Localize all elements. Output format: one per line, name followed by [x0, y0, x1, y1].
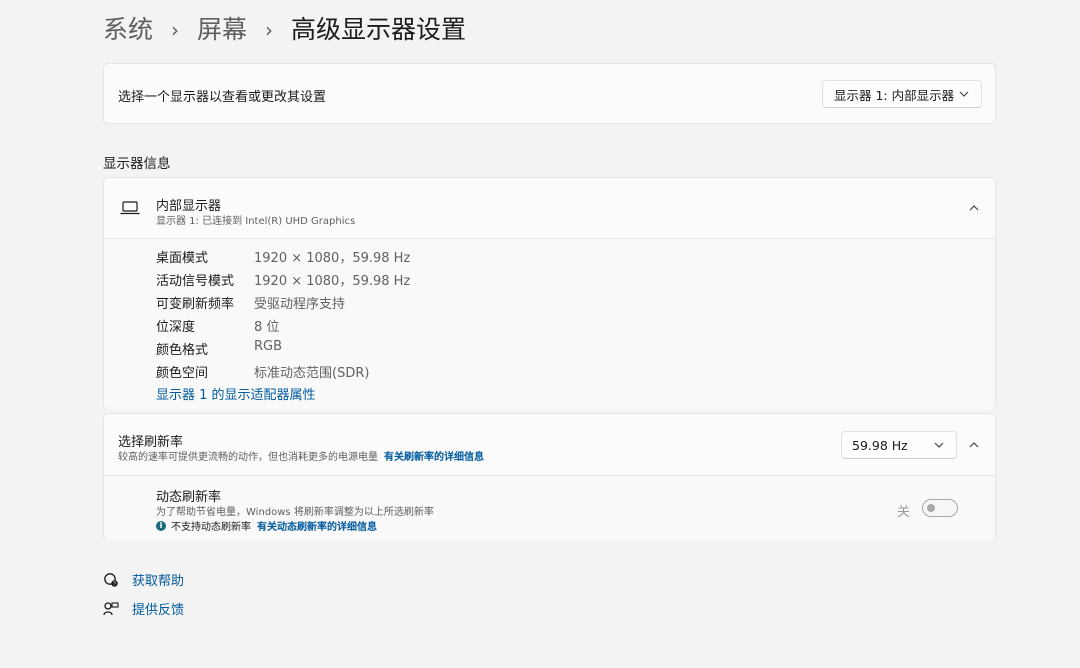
info-row-active-signal-mode: 活动信号模式 1920 × 1080，59.98 Hz: [156, 270, 410, 290]
chevron-up-icon[interactable]: [967, 438, 981, 452]
info-value: 1920 × 1080，59.98 Hz: [254, 251, 411, 266]
display-subtitle: 显示器 1: 已连接到 Intel(R) UHD Graphics: [156, 216, 356, 227]
info-key: 位深度: [156, 320, 196, 335]
give-feedback-link[interactable]: 提供反馈: [103, 599, 184, 618]
info-value: 8 位: [254, 320, 280, 335]
refresh-rate-header: 选择刷新率 较高的速率可提供更流畅的动作，但也消耗更多的电源电量 有关刷新率的详细…: [104, 414, 995, 476]
page-title: 高级显示器设置: [291, 15, 467, 44]
dynamic-refresh-toggle[interactable]: [922, 499, 958, 517]
info-key: 桌面模式: [156, 251, 209, 266]
info-value: RGB: [254, 339, 283, 354]
display-info-details: 桌面模式 1920 × 1080，59.98 Hz 活动信号模式 1920 × …: [104, 239, 995, 410]
chevron-down-icon: [934, 442, 944, 448]
refresh-rate-dropdown[interactable]: 59.98 Hz: [841, 431, 957, 459]
info-key: 颜色空间: [156, 366, 209, 381]
info-key: 可变刷新频率: [156, 297, 235, 312]
get-help-label: 获取帮助: [132, 574, 185, 589]
breadcrumb-item-display[interactable]: 屏幕: [197, 12, 247, 48]
info-row-color-space: 颜色空间 标准动态范围(SDR): [156, 362, 369, 382]
info-row-color-format: 颜色格式 RGB: [156, 339, 282, 359]
dynamic-refresh-subtitle: 为了帮助节省电量，Windows 将刷新率调整为以上所选刷新率: [156, 507, 434, 518]
display-select-dropdown[interactable]: 显示器 1: 内部显示器: [822, 80, 982, 108]
display-info-card: 内部显示器 显示器 1: 已连接到 Intel(R) UHD Graphics …: [103, 177, 996, 410]
display-info-header[interactable]: 内部显示器 显示器 1: 已连接到 Intel(R) UHD Graphics: [104, 178, 995, 239]
info-row-variable-refresh: 可变刷新频率 受驱动程序支持: [156, 293, 345, 313]
info-row-desktop-mode: 桌面模式 1920 × 1080，59.98 Hz: [156, 247, 410, 267]
chevron-down-icon: [959, 91, 969, 97]
toggle-knob: [927, 504, 935, 512]
breadcrumb-item-system[interactable]: 系统: [103, 12, 153, 48]
adapter-properties-link[interactable]: 显示器 1 的显示适配器属性: [156, 384, 316, 403]
feedback-icon: [103, 601, 119, 615]
help-icon: ?: [104, 572, 118, 587]
info-value: 标准动态范围(SDR): [254, 366, 370, 381]
svg-text:?: ?: [113, 581, 116, 587]
display-select-card: 选择一个显示器以查看或更改其设置 显示器 1: 内部显示器: [103, 63, 996, 124]
dynamic-refresh-unsupported: 不支持动态刷新率: [171, 522, 251, 533]
laptop-icon: [120, 201, 140, 215]
display-select-label: 选择一个显示器以查看或更改其设置: [118, 90, 327, 105]
dynamic-refresh-note: i 不支持动态刷新率 有关动态刷新率的详细信息: [156, 518, 377, 533]
info-value: 受驱动程序支持: [254, 297, 346, 312]
give-feedback-label: 提供反馈: [132, 603, 185, 618]
refresh-rate-card: 选择刷新率 较高的速率可提供更流畅的动作，但也消耗更多的电源电量 有关刷新率的详细…: [103, 413, 996, 540]
info-value: 1920 × 1080，59.98 Hz: [254, 274, 411, 289]
refresh-rate-description: 较高的速率可提供更流畅的动作，但也消耗更多的电源电量: [118, 452, 378, 463]
info-row-bit-depth: 位深度 8 位: [156, 316, 279, 336]
info-key: 活动信号模式: [156, 274, 235, 289]
dynamic-refresh-toggle-label: 关: [897, 505, 911, 520]
info-icon: i: [156, 520, 166, 531]
display-info-section-title: 显示器信息: [103, 156, 171, 172]
breadcrumb-separator: ›: [265, 18, 274, 42]
info-key: 颜色格式: [156, 343, 209, 358]
dynamic-refresh-info-link[interactable]: 有关动态刷新率的详细信息: [257, 518, 377, 533]
dynamic-refresh-section: 动态刷新率 为了帮助节省电量，Windows 将刷新率调整为以上所选刷新率 i …: [104, 476, 995, 540]
chevron-up-icon[interactable]: [967, 201, 981, 215]
refresh-rate-value: 59.98 Hz: [852, 437, 908, 453]
display-select-value: 显示器 1: 内部显示器: [834, 87, 955, 103]
refresh-rate-info-link[interactable]: 有关刷新率的详细信息: [384, 452, 484, 463]
breadcrumb-separator: ›: [171, 18, 180, 42]
breadcrumb: 系统 › 屏幕 › 高级显示器设置: [103, 12, 466, 48]
refresh-rate-subtitle: 较高的速率可提供更流畅的动作，但也消耗更多的电源电量 有关刷新率的详细信息: [118, 448, 484, 463]
get-help-link[interactable]: ? 获取帮助: [103, 570, 184, 589]
